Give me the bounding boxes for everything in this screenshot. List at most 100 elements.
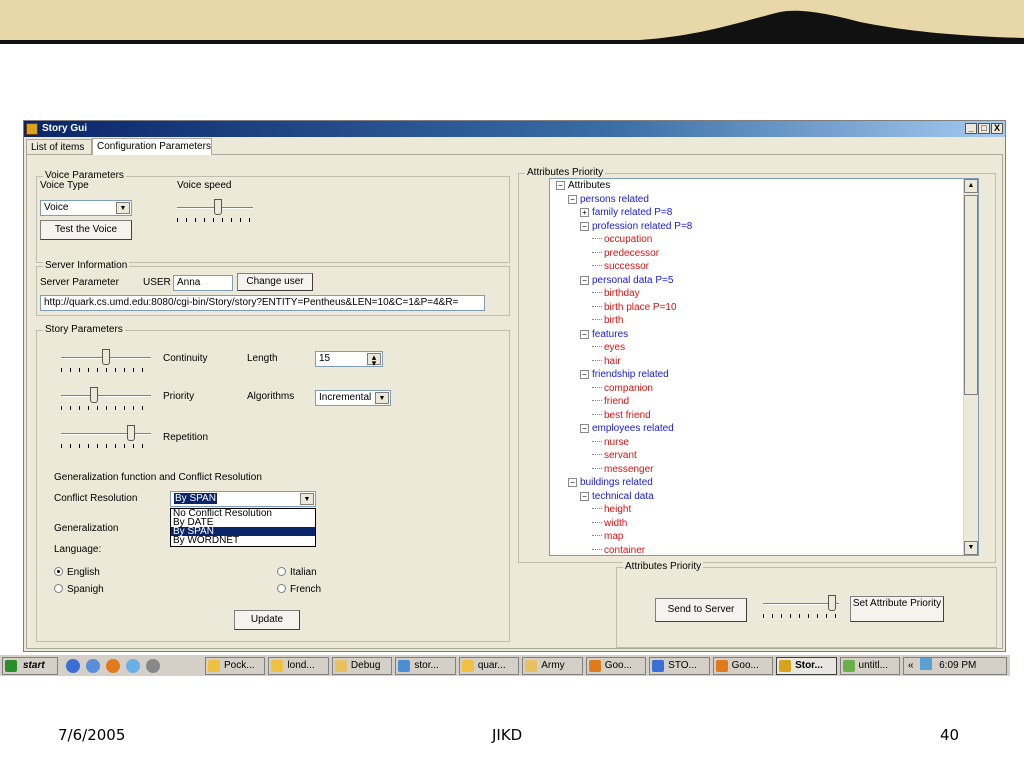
tree-node[interactable]: − employees related	[580, 422, 674, 435]
radio-dot-icon[interactable]	[277, 567, 286, 576]
taskbar-task-button[interactable]: STO...	[649, 657, 710, 675]
set-attribute-priority-button[interactable]: Set Attribute Priority	[850, 596, 944, 622]
collapse-icon[interactable]: −	[568, 478, 577, 487]
voice-type-combo[interactable]: Voice ▼	[40, 200, 132, 216]
taskbar-task-button[interactable]: stor...	[395, 657, 456, 675]
tree-node[interactable]: container	[592, 544, 645, 555]
collapse-icon[interactable]: −	[556, 181, 565, 190]
radio-spanigh[interactable]: Spanigh	[54, 584, 104, 595]
tree-node[interactable]: birthday	[592, 287, 640, 300]
tree-node[interactable]: height	[592, 503, 631, 516]
test-voice-button[interactable]: Test the Voice	[40, 220, 132, 240]
expand-icon[interactable]: +	[580, 208, 589, 217]
priority-slider[interactable]	[61, 387, 151, 413]
repetition-thumb[interactable]	[127, 425, 135, 441]
tree-node[interactable]: − profession related P=8	[580, 220, 692, 233]
conflict-option-by-wordnet[interactable]: By WORDNET	[171, 536, 315, 546]
length-stepper[interactable]: 15 ▴ ▾	[315, 351, 383, 367]
user-field[interactable]: Anna	[173, 275, 233, 291]
tree-node[interactable]: messenger	[592, 463, 653, 476]
tree-node[interactable]: map	[592, 530, 623, 543]
taskbar-task-button[interactable]: Stor...	[776, 657, 837, 675]
start-button[interactable]: start	[2, 657, 58, 675]
firefox-quicklaunch-icon[interactable]	[106, 659, 120, 673]
change-user-button[interactable]: Change user	[237, 273, 313, 291]
algorithms-combo[interactable]: Incremental ▼	[315, 390, 391, 406]
tree-node[interactable]: birth	[592, 314, 623, 327]
tree-node[interactable]: − features	[580, 328, 628, 341]
tree-node[interactable]: width	[592, 517, 627, 530]
tree-node[interactable]: eyes	[592, 341, 625, 354]
tree-node[interactable]: servant	[592, 449, 637, 462]
tree-node[interactable]: − buildings related	[568, 476, 653, 489]
taskbar-task-button[interactable]: untitl...	[839, 657, 900, 675]
chevron-down-icon[interactable]: ▼	[116, 202, 130, 214]
tree-scrollbar[interactable]: ▲ ▼	[963, 179, 978, 555]
radio-dot-icon[interactable]	[54, 584, 63, 593]
repetition-slider[interactable]	[61, 425, 151, 451]
tree-node[interactable]: occupation	[592, 233, 652, 246]
collapse-icon[interactable]: −	[580, 424, 589, 433]
tree-node[interactable]: − personal data P=5	[580, 274, 673, 287]
conflict-resolution-combo[interactable]: By SPAN ▼	[170, 491, 316, 507]
tool-quicklaunch-icon[interactable]	[146, 659, 160, 673]
conflict-resolution-list[interactable]: No Conflict Resolution By DATE By SPAN B…	[170, 508, 316, 547]
tree-node[interactable]: birth place P=10	[592, 301, 677, 314]
taskbar-task-button[interactable]: Goo...	[712, 657, 774, 675]
taskbar-task-button[interactable]: Army	[522, 657, 583, 675]
scroll-down-icon[interactable]: ▼	[964, 541, 978, 555]
send-to-server-button[interactable]: Send to Server	[655, 598, 747, 622]
chevron-down-icon[interactable]: ▼	[375, 392, 389, 404]
voice-speed-slider[interactable]	[177, 199, 253, 225]
tree-node[interactable]: companion	[592, 382, 653, 395]
tree-node[interactable]: friend	[592, 395, 629, 408]
tab-list-of-items[interactable]: List of items	[26, 139, 92, 155]
attributes-tree[interactable]: − Attributes − persons related + family relat…	[549, 178, 979, 556]
priority-thumb[interactable]	[90, 387, 98, 403]
scroll-up-icon[interactable]: ▲	[964, 179, 978, 193]
continuity-slider[interactable]	[61, 349, 151, 375]
tree-node[interactable]: hair	[592, 355, 621, 368]
scroll-thumb[interactable]	[964, 195, 978, 395]
radio-english[interactable]: English	[54, 567, 100, 578]
messenger-quicklaunch-icon[interactable]	[126, 659, 140, 673]
attribute-priority-slider[interactable]	[763, 595, 839, 621]
tray-chevron-icon[interactable]: «	[908, 660, 914, 671]
radio-french[interactable]: French	[277, 584, 321, 595]
tree-node[interactable]: predecessor	[592, 247, 659, 260]
collapse-icon[interactable]: −	[580, 370, 589, 379]
chevron-down-icon[interactable]: ▼	[300, 493, 314, 505]
collapse-icon[interactable]: −	[580, 329, 589, 339]
server-url-field[interactable]: http://quark.cs.umd.edu:8080/cgi-bin/Sto…	[40, 295, 485, 311]
taskbar-task-button[interactable]: Goo...	[585, 657, 647, 675]
continuity-thumb[interactable]	[102, 349, 110, 365]
tree-node[interactable]: best friend	[592, 409, 651, 422]
collapse-icon[interactable]: −	[580, 275, 589, 285]
radio-dot-icon[interactable]	[277, 584, 286, 593]
minimize-button[interactable]: _	[965, 123, 977, 134]
network-tray-icon[interactable]	[920, 658, 933, 670]
outlook-quicklaunch-icon[interactable]	[86, 659, 100, 673]
spin-arrows-icon[interactable]: ▴ ▾	[367, 353, 381, 366]
collapse-icon[interactable]: −	[580, 491, 589, 501]
maximize-button[interactable]: □	[978, 123, 990, 134]
tree-node[interactable]: + family related P=8	[580, 206, 672, 219]
tree-node[interactable]: − Attributes	[556, 179, 610, 192]
tab-configuration-parameters[interactable]: Configuration Parameters	[92, 138, 212, 155]
radio-dot-icon[interactable]	[54, 567, 63, 576]
taskbar-task-button[interactable]: lond...	[268, 657, 329, 675]
collapse-icon[interactable]: −	[568, 194, 577, 204]
collapse-icon[interactable]: −	[580, 221, 589, 231]
ie-quicklaunch-icon[interactable]	[66, 659, 80, 673]
taskbar-task-button[interactable]: quar...	[458, 657, 520, 675]
radio-italian[interactable]: Italian	[277, 567, 317, 578]
tree-node[interactable]: − friendship related	[580, 368, 669, 381]
tree-node[interactable]: successor	[592, 260, 649, 273]
taskbar-task-button[interactable]: Debug	[331, 657, 393, 675]
close-button[interactable]: X	[991, 123, 1003, 134]
tree-node[interactable]: − persons related	[568, 193, 649, 206]
update-button[interactable]: Update	[234, 610, 300, 630]
tree-node[interactable]: − technical data	[580, 490, 654, 503]
tree-node[interactable]: nurse	[592, 436, 629, 449]
taskbar-task-button[interactable]: Pock...	[205, 657, 266, 675]
